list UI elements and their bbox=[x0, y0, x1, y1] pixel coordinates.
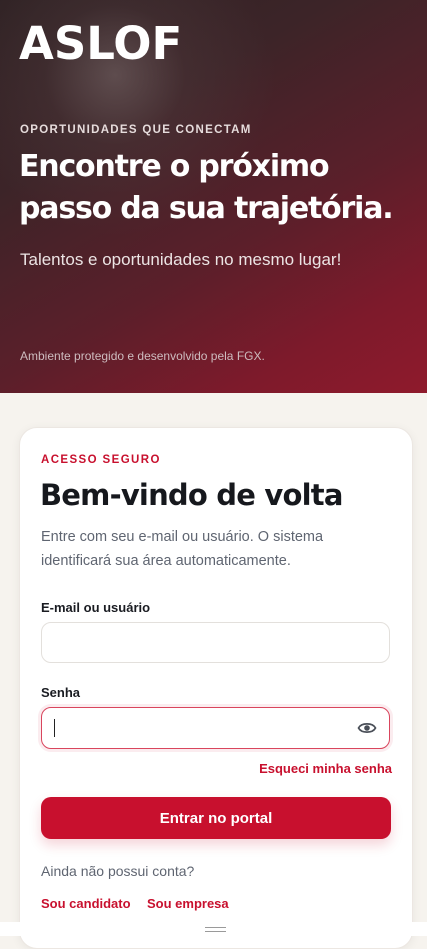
handle-line-top bbox=[205, 927, 226, 928]
hero-headline: Encontre o próximo passo da sua trajetór… bbox=[19, 146, 419, 230]
text-caret bbox=[54, 719, 55, 737]
company-signup-link[interactable]: Sou empresa bbox=[147, 896, 229, 911]
user-input[interactable] bbox=[42, 623, 342, 662]
login-title: Bem-vindo de volta bbox=[40, 478, 343, 512]
login-eyebrow: ACESSO SEGURO bbox=[41, 454, 161, 466]
forgot-password-link[interactable]: Esqueci minha senha bbox=[259, 761, 392, 776]
candidate-signup-link[interactable]: Sou candidato bbox=[41, 896, 131, 911]
login-description: Entre com seu e-mail ou usuário. O siste… bbox=[41, 529, 324, 569]
user-field-wrapper bbox=[41, 622, 390, 663]
user-field-label: E-mail ou usuário bbox=[41, 600, 151, 615]
handle-line-bottom bbox=[205, 931, 226, 932]
hero-subtitle: Talentos e oportunidades no mesmo lugar! bbox=[20, 250, 342, 269]
hero-headline-line1: Encontre o próximo bbox=[19, 149, 330, 184]
hero-footnote: Ambiente protegido e desenvolvido pela F… bbox=[20, 349, 265, 363]
password-field-label: Senha bbox=[41, 685, 81, 700]
no-account-text: Ainda não possui conta? bbox=[41, 863, 195, 879]
password-field-wrapper bbox=[41, 707, 390, 749]
hero-headline-line2: passo da sua trajetória. bbox=[19, 191, 394, 226]
brand-logo: ASLOF bbox=[19, 17, 183, 70]
password-input[interactable] bbox=[42, 708, 342, 748]
logo-text: ASLOF bbox=[19, 17, 183, 70]
eye-icon[interactable] bbox=[357, 719, 377, 737]
login-card: ACESSO SEGURO Bem-vindo de volta Entre c… bbox=[19, 427, 413, 949]
hero-banner: ASLOF OPORTUNIDADES QUE CONECTAM Encontr… bbox=[0, 0, 427, 393]
bottom-drag-handle[interactable] bbox=[0, 922, 427, 936]
submit-button[interactable]: Entrar no portal bbox=[41, 797, 391, 839]
hero-eyebrow: OPORTUNIDADES QUE CONECTAM bbox=[20, 124, 252, 136]
